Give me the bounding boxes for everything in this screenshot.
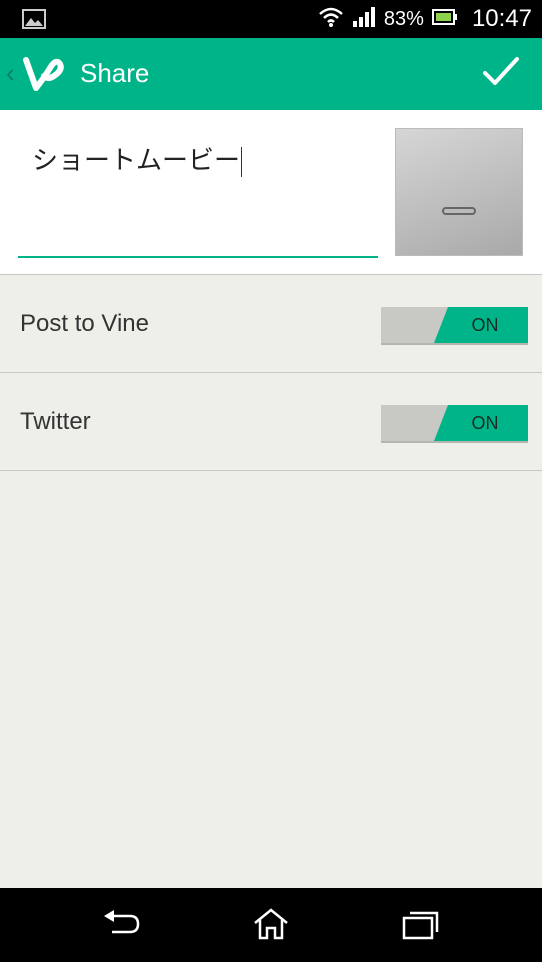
caption-text: ショートムービー (32, 146, 243, 177)
action-bar: ‹ Share (0, 38, 542, 110)
text-cursor (241, 146, 243, 177)
page-title: Share (80, 58, 150, 88)
share-content: ショートムービー Post to Vine ON Twitter ON (0, 110, 542, 888)
up-navigation[interactable]: ‹ Share (0, 38, 160, 110)
home-icon[interactable] (250, 906, 292, 947)
caption-input[interactable]: ショートムービー (18, 128, 378, 258)
status-bar: 83% 10:47 (0, 0, 542, 38)
wifi-icon (318, 6, 344, 33)
video-thumbnail (395, 128, 523, 256)
toggle-on-indicator: ON (434, 307, 528, 343)
battery-icon (431, 8, 458, 31)
gallery-icon (22, 9, 46, 34)
battery-percent: 83% (383, 7, 424, 30)
post-to-vine-label: Post to Vine (20, 310, 149, 337)
confirm-button[interactable] (482, 56, 520, 93)
clock: 10:47 (471, 5, 532, 32)
recent-apps-icon[interactable] (400, 906, 442, 947)
paperclip-image (442, 207, 476, 215)
twitter-toggle[interactable]: ON (381, 405, 528, 443)
toggle-on-indicator: ON (434, 405, 528, 441)
chevron-left-icon: ‹ (6, 58, 15, 88)
navigation-bar (0, 888, 542, 962)
signal-icon (352, 6, 376, 33)
caption-section: ショートムービー (0, 110, 542, 275)
twitter-row: Twitter ON (0, 373, 542, 471)
post-to-vine-toggle[interactable]: ON (381, 307, 528, 345)
twitter-label: Twitter (20, 408, 91, 435)
post-to-vine-row: Post to Vine ON (0, 275, 542, 373)
vine-logo (22, 54, 66, 99)
back-icon[interactable] (100, 906, 142, 947)
status-icons: 83% 10:47 (318, 0, 532, 38)
